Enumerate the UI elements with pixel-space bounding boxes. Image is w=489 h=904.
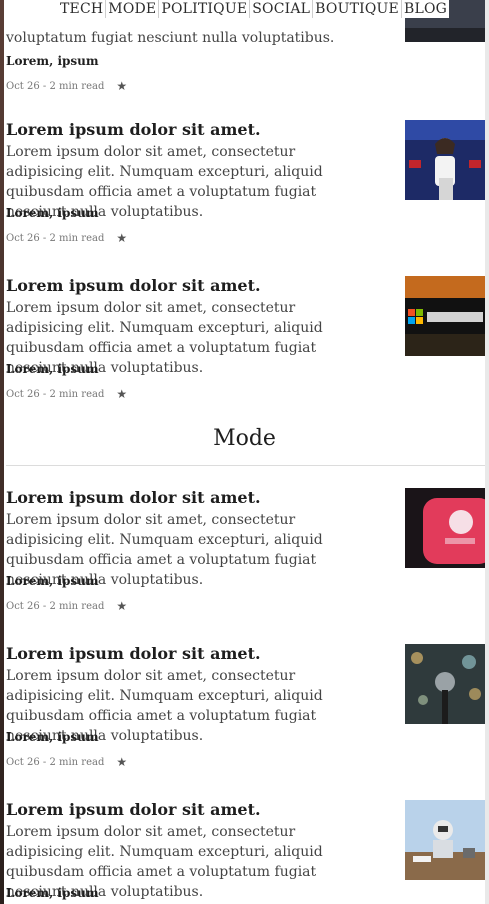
microsoft-sign-image[interactable] xyxy=(405,276,485,356)
article-categories[interactable]: Lorem, ipsum xyxy=(6,206,99,220)
star-icon[interactable]: ★ xyxy=(116,231,127,245)
article-title[interactable]: Lorem ipsum dolor sit amet. xyxy=(6,644,261,663)
star-icon[interactable]: ★ xyxy=(116,79,127,93)
microphone-image[interactable] xyxy=(405,644,485,724)
nav-boutique[interactable]: BOUTIQUE xyxy=(313,0,402,18)
nav-social[interactable]: SOCIAL xyxy=(250,0,314,18)
nav-tech[interactable]: TECH xyxy=(58,0,107,18)
article-date: Oct 26 - 2 min read xyxy=(6,388,105,400)
nav-blog[interactable]: BLOG xyxy=(402,0,449,18)
article-body: voluptatum fugiat nesciunt nulla volupta… xyxy=(6,30,335,46)
article-title[interactable]: Lorem ipsum dolor sit amet. xyxy=(6,276,261,295)
article-meta: Oct 26 - 2 min read ★ xyxy=(6,755,127,769)
section-divider xyxy=(6,465,485,466)
article-date: Oct 26 - 2 min read xyxy=(6,232,105,244)
article-categories[interactable]: Lorem, ipsum xyxy=(6,362,99,376)
article-categories[interactable]: Lorem, ipsum xyxy=(6,574,99,588)
nav-mode[interactable]: MODE xyxy=(106,0,160,18)
article-categories[interactable]: Lorem, ipsum xyxy=(6,886,99,900)
speaker-podium-image[interactable] xyxy=(405,120,485,200)
top-nav: TECH MODE POLITIQUE SOCIAL BOUTIQUE BLOG xyxy=(58,0,449,18)
article-date: Oct 26 - 2 min read xyxy=(6,80,105,92)
star-icon[interactable]: ★ xyxy=(116,387,127,401)
article-title[interactable]: Lorem ipsum dolor sit amet. xyxy=(6,120,261,139)
article-date: Oct 26 - 2 min read xyxy=(6,600,105,612)
article-meta: Oct 26 - 2 min read ★ xyxy=(6,79,127,93)
star-icon[interactable]: ★ xyxy=(116,755,127,769)
article-categories[interactable]: Lorem, ipsum xyxy=(6,54,99,68)
left-edge xyxy=(0,0,4,904)
tinder-app-image[interactable] xyxy=(405,488,485,568)
nav-politique[interactable]: POLITIQUE xyxy=(159,0,251,18)
article-meta: Oct 26 - 2 min read ★ xyxy=(6,231,127,245)
article-meta: Oct 26 - 2 min read ★ xyxy=(6,387,127,401)
article-categories[interactable]: Lorem, ipsum xyxy=(6,730,99,744)
article-meta: Oct 26 - 2 min read ★ xyxy=(6,599,127,613)
star-icon[interactable]: ★ xyxy=(116,599,127,613)
section-title: Mode xyxy=(213,426,276,451)
article-title[interactable]: Lorem ipsum dolor sit amet. xyxy=(6,800,261,819)
article-date: Oct 26 - 2 min read xyxy=(6,756,105,768)
astronaut-desk-image[interactable] xyxy=(405,800,485,880)
article-title[interactable]: Lorem ipsum dolor sit amet. xyxy=(6,488,261,507)
scrollbar-track[interactable] xyxy=(485,0,489,904)
